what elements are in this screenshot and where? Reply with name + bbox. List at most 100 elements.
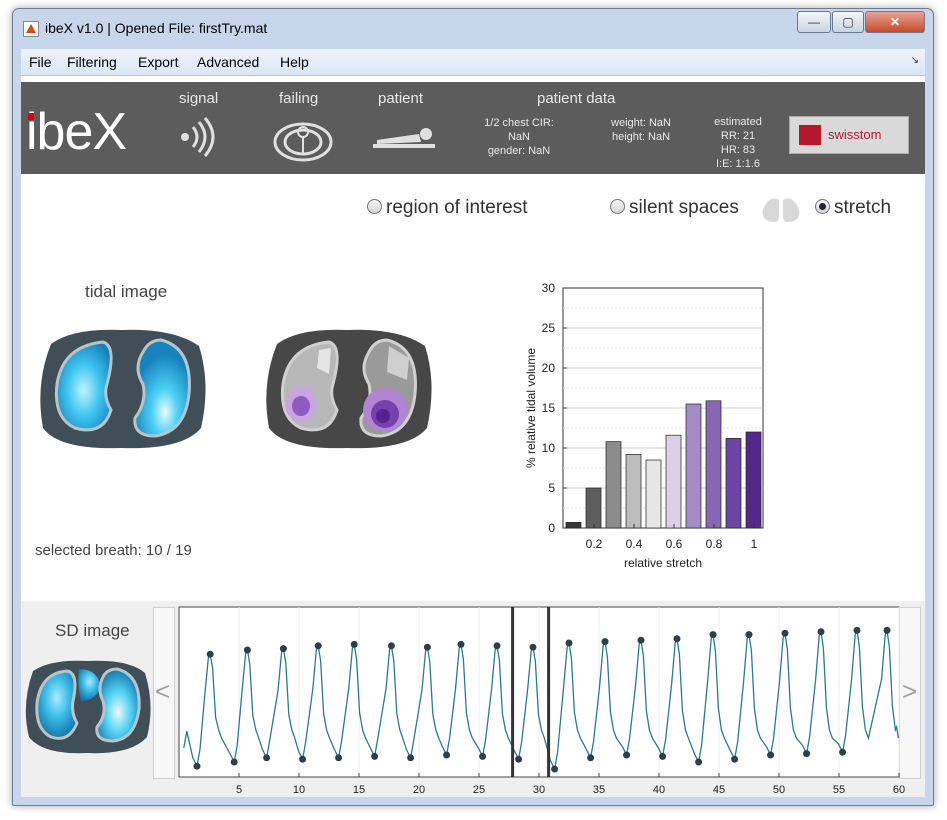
trough-marker: [371, 752, 379, 760]
peak-marker: [565, 639, 573, 647]
menu-filtering[interactable]: Filtering: [67, 54, 117, 70]
radio-button-icon: [367, 199, 382, 214]
bar-0.8: [705, 400, 722, 529]
menu-help[interactable]: Help: [280, 54, 309, 70]
minimize-button[interactable]: —: [797, 11, 831, 33]
bar-0.1: [565, 522, 582, 529]
bar-0.5: [645, 459, 662, 529]
signal-x-tick-label: 30: [533, 784, 545, 796]
failing-icon[interactable]: [271, 116, 335, 164]
ibex-logo: ibeX: [26, 103, 127, 161]
y-tick-label: 25: [542, 321, 556, 335]
sd-image-title: SD image: [55, 621, 130, 640]
main-content: ibeX signal failing patient patient data…: [21, 76, 925, 797]
x-tick-label: 0.2: [586, 537, 603, 551]
trough-marker: [230, 758, 238, 766]
bar-0.9: [725, 438, 742, 529]
estimated-values: estimated RR: 21 HR: 83 I:E: 1:1.6: [714, 116, 762, 170]
title-bar[interactable]: ibeX v1.0 | Opened File: firstTry.mat — …: [13, 9, 933, 47]
tidal-image-title: tidal image: [85, 282, 168, 301]
header-bar: ibeX signal failing patient patient data…: [21, 82, 925, 174]
tab-signal-label[interactable]: signal: [179, 90, 218, 107]
trough-marker: [515, 755, 523, 763]
trough-marker: [263, 754, 271, 762]
bar-1.0: [745, 431, 762, 529]
y-axis-label: % relative tidal volume: [524, 348, 538, 468]
peak-marker: [387, 642, 395, 650]
peak-marker: [350, 640, 358, 648]
trough-marker: [551, 765, 559, 773]
y-tick-label: 5: [548, 481, 555, 495]
y-tick-label: 30: [542, 281, 556, 295]
trough-marker: [803, 750, 811, 758]
matlab-app-icon: [23, 21, 39, 37]
menu-export[interactable]: Export: [138, 54, 178, 70]
tab-failing-label[interactable]: failing: [279, 90, 318, 107]
peak-marker: [314, 642, 322, 650]
x-tick-label: 1: [751, 537, 758, 551]
y-tick-label: 10: [542, 441, 556, 455]
peak-marker: [529, 643, 537, 651]
trough-marker: [407, 754, 415, 762]
signal-icon[interactable]: [179, 116, 221, 158]
patient-icon[interactable]: [371, 122, 437, 152]
signal-x-tick-label: 55: [833, 784, 845, 796]
signal-x-tick-label: 60: [893, 784, 905, 796]
tidal-image[interactable]: [33, 324, 211, 454]
trough-marker: [839, 748, 847, 756]
trough-marker: [767, 751, 775, 759]
x-tick-label: 0.6: [666, 537, 683, 551]
signal-x-tick-label: 5: [236, 784, 242, 796]
sd-image[interactable]: [21, 657, 155, 757]
trough-marker: [443, 751, 451, 759]
patient-data-title: patient data: [537, 90, 616, 107]
peak-marker: [781, 629, 789, 637]
signal-x-tick-label: 20: [413, 784, 425, 796]
trough-marker: [335, 754, 343, 762]
peak-marker: [279, 645, 287, 653]
selected-breath: selected breath: 10 / 19: [35, 542, 192, 559]
x-tick-label: 0.4: [626, 537, 643, 551]
toolbar-toggle-icon[interactable]: ↘: [911, 55, 919, 66]
trough-marker: [623, 751, 631, 759]
bar-0.2: [585, 487, 602, 529]
trough-marker: [731, 755, 739, 763]
stretch-image[interactable]: [259, 324, 437, 454]
peak-marker: [457, 640, 465, 648]
close-button[interactable]: ✕: [865, 11, 925, 33]
x-axis-label: relative stretch: [624, 556, 702, 570]
trough-marker: [193, 762, 201, 770]
menu-advanced[interactable]: Advanced: [197, 54, 259, 70]
maximize-button[interactable]: ▢: [832, 11, 864, 33]
peak-marker: [243, 646, 251, 654]
menu-bar: File Filtering Export Advanced Help ↘: [21, 49, 925, 76]
impedance-signal-plot[interactable]: 5 10 15 20 25 30 35 40 45 50 55 60: [177, 605, 913, 797]
lungs-icon: [762, 190, 800, 222]
peak-marker: [673, 635, 681, 643]
signal-x-tick-label: 45: [713, 784, 725, 796]
y-tick-label: 0: [548, 521, 555, 535]
radio-stretch[interactable]: stretch: [815, 197, 891, 219]
bar-0.3: [605, 441, 622, 529]
peak-marker: [493, 642, 501, 650]
bar-0.6: [665, 434, 682, 529]
scroll-prev-button[interactable]: <: [153, 607, 175, 779]
x-tick-label: 0.8: [706, 537, 723, 551]
signal-x-tick-label: 40: [653, 784, 665, 796]
trough-marker: [299, 755, 307, 763]
application-window: ibeX v1.0 | Opened File: firstTry.mat — …: [12, 8, 934, 806]
peak-marker: [709, 631, 717, 639]
peak-marker: [817, 628, 825, 636]
swisstom-logo: swisstom: [789, 116, 909, 154]
peak-marker: [601, 638, 609, 646]
chest-circumference: 1/2 chest CIR: NaN gender: NaN: [484, 117, 554, 157]
peak-marker: [853, 626, 861, 634]
radio-silent-spaces[interactable]: silent spaces: [610, 197, 739, 219]
signal-x-tick-label: 15: [353, 784, 365, 796]
window-title: ibeX v1.0 | Opened File: firstTry.mat: [45, 20, 268, 36]
tab-patient-label[interactable]: patient: [378, 90, 423, 107]
menu-file[interactable]: File: [29, 54, 52, 70]
bar-0.7: [685, 403, 702, 529]
y-tick-label: 20: [542, 361, 556, 375]
radio-region-of-interest[interactable]: region of interest: [367, 197, 528, 219]
